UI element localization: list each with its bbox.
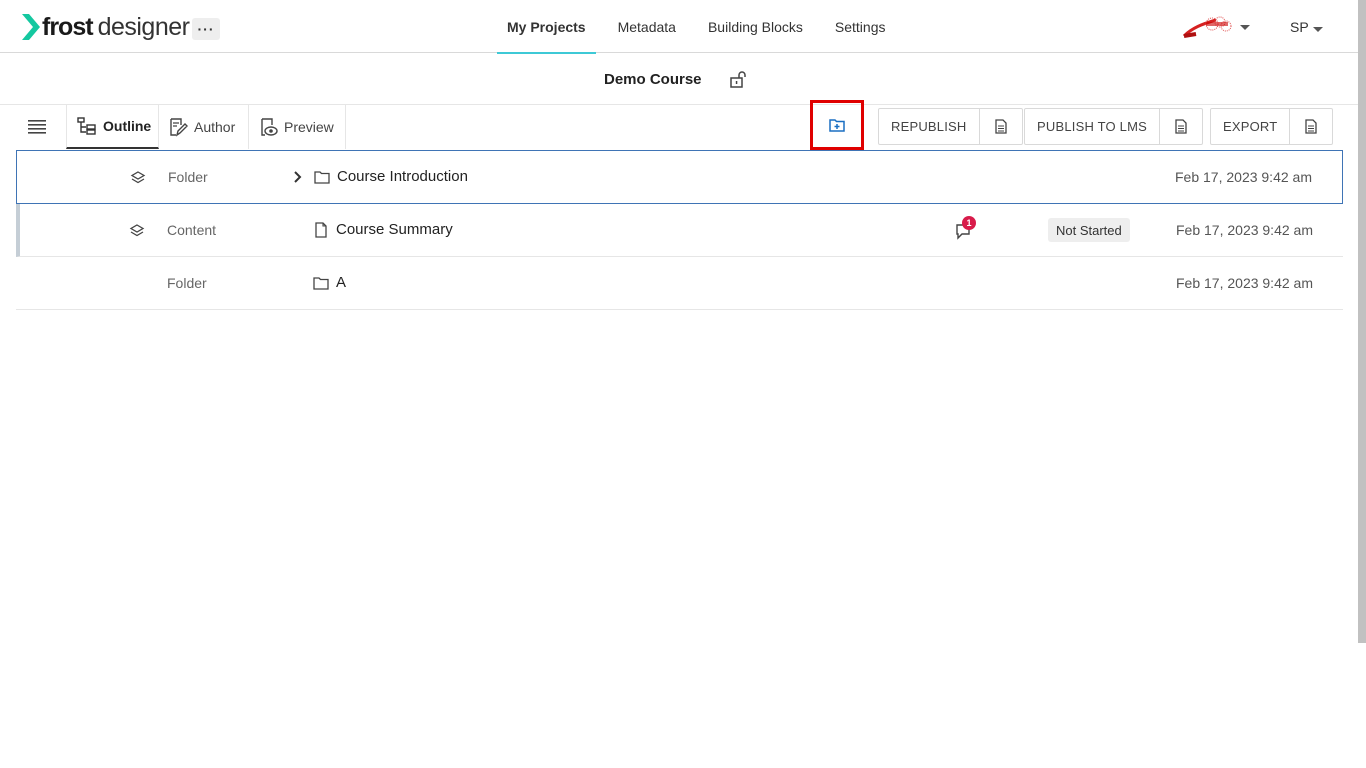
item-date: Feb 17, 2023 9:42 am — [1176, 275, 1313, 291]
tab-outline[interactable]: Outline — [66, 105, 159, 149]
edit-document-icon — [170, 118, 188, 137]
user-initials: SP — [1290, 19, 1309, 35]
document-icon — [315, 222, 327, 238]
logo-text-designer: designer — [97, 12, 190, 41]
item-type: Folder — [167, 275, 207, 291]
menu-icon[interactable] — [28, 119, 46, 135]
page-scrollbar[interactable] — [1358, 0, 1366, 643]
republish-button[interactable]: REPUBLISH — [879, 109, 980, 144]
republish-group: REPUBLISH — [878, 108, 1023, 145]
publish-log-button[interactable] — [1160, 109, 1202, 144]
item-date: Feb 17, 2023 9:42 am — [1176, 222, 1313, 238]
outline-toolbar: Outline Author Preview REPUBLISH PUBLISH… — [0, 100, 1358, 150]
export-button[interactable]: EXPORT — [1211, 109, 1291, 144]
outline-row[interactable]: Folder A Feb 17, 2023 9:42 am — [16, 257, 1343, 310]
main-nav: My Projects Metadata Building Blocks Set… — [497, 0, 908, 54]
item-name[interactable]: A — [336, 274, 346, 291]
page-title: Demo Course — [604, 71, 702, 88]
export-group: EXPORT — [1210, 108, 1334, 145]
tab-author-label: Author — [194, 119, 236, 135]
unlock-icon[interactable] — [729, 70, 747, 88]
user-dropdown-caret-icon[interactable] — [1313, 27, 1323, 32]
tab-preview[interactable]: Preview — [249, 105, 346, 149]
tree-structure-icon — [77, 117, 96, 135]
publish-to-lms-button[interactable]: PUBLISH TO LMS — [1025, 109, 1160, 144]
more-options-button[interactable]: ··· — [192, 18, 220, 40]
document-icon — [1305, 119, 1318, 134]
user-menu[interactable]: SP — [1290, 19, 1309, 35]
logo-text-frost: frost — [42, 12, 94, 41]
nav-settings[interactable]: Settings — [825, 0, 896, 53]
layers-icon[interactable] — [129, 223, 145, 239]
top-nav-bar: frost designer ··· My Projects Metadata … — [0, 0, 1358, 54]
status-badge: Not Started — [1048, 218, 1130, 242]
organization-logo-icon[interactable] — [1182, 14, 1234, 38]
tab-author[interactable]: Author — [159, 105, 249, 149]
folder-icon — [313, 277, 329, 290]
nav-building-blocks[interactable]: Building Blocks — [698, 0, 813, 53]
tab-outline-label: Outline — [103, 118, 152, 134]
add-folder-button[interactable] — [810, 100, 864, 150]
publish-lms-group: PUBLISH TO LMS — [1024, 108, 1203, 145]
org-dropdown-caret-icon[interactable] — [1240, 25, 1250, 30]
project-title-bar: Demo Course — [0, 54, 1358, 105]
document-icon — [1175, 119, 1187, 134]
nav-metadata[interactable]: Metadata — [608, 0, 686, 53]
nav-my-projects[interactable]: My Projects — [497, 0, 596, 54]
tab-preview-label: Preview — [284, 119, 334, 135]
republish-log-button[interactable] — [980, 109, 1022, 144]
item-name[interactable]: Course Introduction — [337, 168, 468, 185]
chevron-logo-icon — [22, 14, 40, 40]
outline-list: Folder Course Introduction Feb 17, 2023 … — [16, 150, 1343, 310]
item-date: Feb 17, 2023 9:42 am — [1175, 169, 1312, 185]
folder-plus-icon — [829, 119, 845, 132]
item-name[interactable]: Course Summary — [336, 221, 453, 238]
comment-count-badge: 1 — [962, 216, 976, 230]
document-icon — [994, 119, 1007, 134]
item-type: Content — [167, 222, 217, 238]
layers-icon[interactable] — [130, 170, 146, 186]
item-type: Folder — [168, 169, 208, 185]
folder-icon — [314, 171, 330, 184]
chevron-right-icon[interactable] — [291, 170, 303, 184]
outline-row[interactable]: Content Course Summary 1 Not Started Feb… — [16, 204, 1343, 257]
outline-row[interactable]: Folder Course Introduction Feb 17, 2023 … — [16, 150, 1343, 204]
export-log-button[interactable] — [1290, 109, 1332, 144]
preview-eye-icon — [261, 118, 278, 136]
frost-designer-logo[interactable]: frost designer — [22, 12, 190, 42]
